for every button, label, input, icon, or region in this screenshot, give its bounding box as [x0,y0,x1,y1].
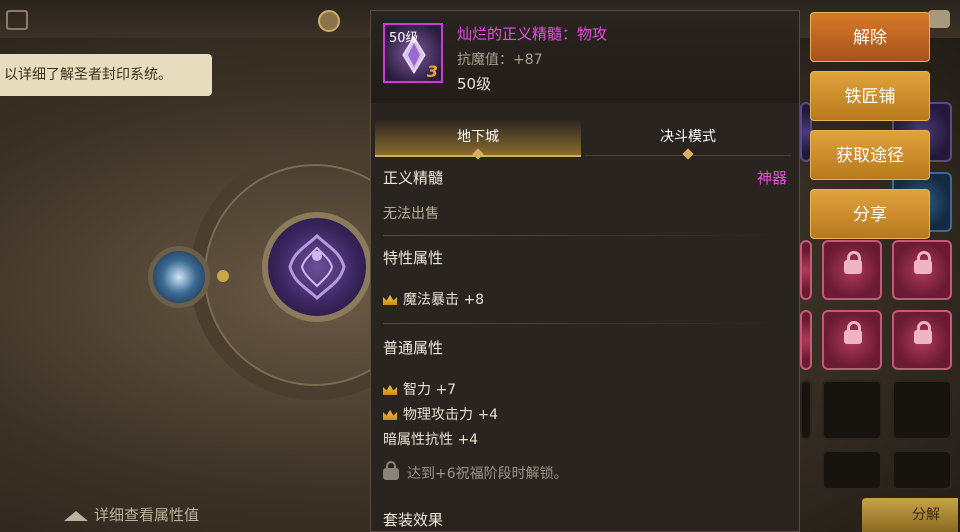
item-icon: 50级 3 [383,23,443,83]
normal-attr: 智力 +7 [383,379,456,399]
item-level: 50级 [457,75,492,93]
lock-icon [914,321,932,344]
crown-icon [383,295,397,305]
decompose-button[interactable]: 分解 [862,498,958,532]
share-button[interactable]: 分享 [810,189,930,239]
chat-icon[interactable] [928,10,950,28]
tooltip-header: 50级 3 灿烂的正义精髓：物攻 抗魔值：+87 50级 [371,11,799,103]
menu-icon[interactable] [6,10,28,30]
lock-icon [844,321,862,344]
locked-slot [892,310,952,370]
empty-slot[interactable] [892,450,952,490]
trait-header: 特性属性 [383,249,444,267]
locked-slot [822,310,882,370]
seal-emblem-icon [288,233,346,301]
item-tier: 3 [426,62,438,81]
detail-attributes-link[interactable]: 详细查看属性值 [64,504,199,525]
item-name: 灿烂的正义精髓：物攻 [457,25,608,43]
trait-attr: 魔法暴击 +8 [383,289,484,309]
unlock-note: 达到+6祝福阶段时解锁。 [383,461,568,483]
lock-icon [844,251,862,274]
empty-slot[interactable] [822,380,882,440]
seal-slot-main[interactable] [262,212,372,322]
normal-attr: 暗属性抗性 +4 [383,429,478,449]
seal-slot-blue[interactable] [148,246,210,308]
detail-link-label: 详细查看属性值 [94,506,200,524]
expand-arrow-icon [64,510,88,521]
acquire-route-button[interactable]: 获取途径 [810,130,930,180]
locked-slot [892,240,952,300]
crown-icon [383,410,397,420]
locked-slot [800,240,812,300]
crown-icon [383,385,397,395]
item-category: 正义精髓 [383,169,444,187]
seal-connector-dot [217,270,229,282]
empty-slot[interactable] [892,380,952,440]
locked-slot [800,310,812,370]
normal-attr-label: 智力 +7 [403,382,457,398]
item-level-badge: 50级 [389,31,419,46]
set-effect-header: 套装效果 [383,511,444,529]
coin-icon [318,10,340,32]
unlock-note-text: 达到+6祝福阶段时解锁。 [407,466,568,482]
seal-hint-text: 以详细了解圣者封印系统。 [0,54,212,96]
normal-attr: 物理攻击力 +4 [383,404,498,424]
unequip-button[interactable]: 解除 [810,12,930,62]
normal-attr-label: 暗属性抗性 +4 [383,432,479,448]
divider [383,323,787,324]
blacksmith-button[interactable]: 铁匠铺 [810,71,930,121]
normal-header: 普通属性 [383,339,444,357]
divider [383,235,787,236]
rarity-label: 神器 [756,169,787,187]
locked-slot [822,240,882,300]
sell-status: 无法出售 [383,206,439,222]
item-tooltip: 50级 3 灿烂的正义精髓：物攻 抗魔值：+87 50级 地下城 决斗模式 正义… [370,10,800,532]
magic-resist-value: 抗魔值：+87 [457,52,543,68]
decompose-label: 分解 [912,507,940,523]
mode-tabs: 地下城 决斗模式 [375,119,795,160]
empty-slot[interactable] [800,380,812,440]
lock-icon [383,461,399,480]
empty-slot[interactable] [822,450,882,490]
trait-attr-label: 魔法暴击 +8 [403,292,485,308]
normal-attr-label: 物理攻击力 +4 [403,407,499,423]
lock-icon [914,251,932,274]
